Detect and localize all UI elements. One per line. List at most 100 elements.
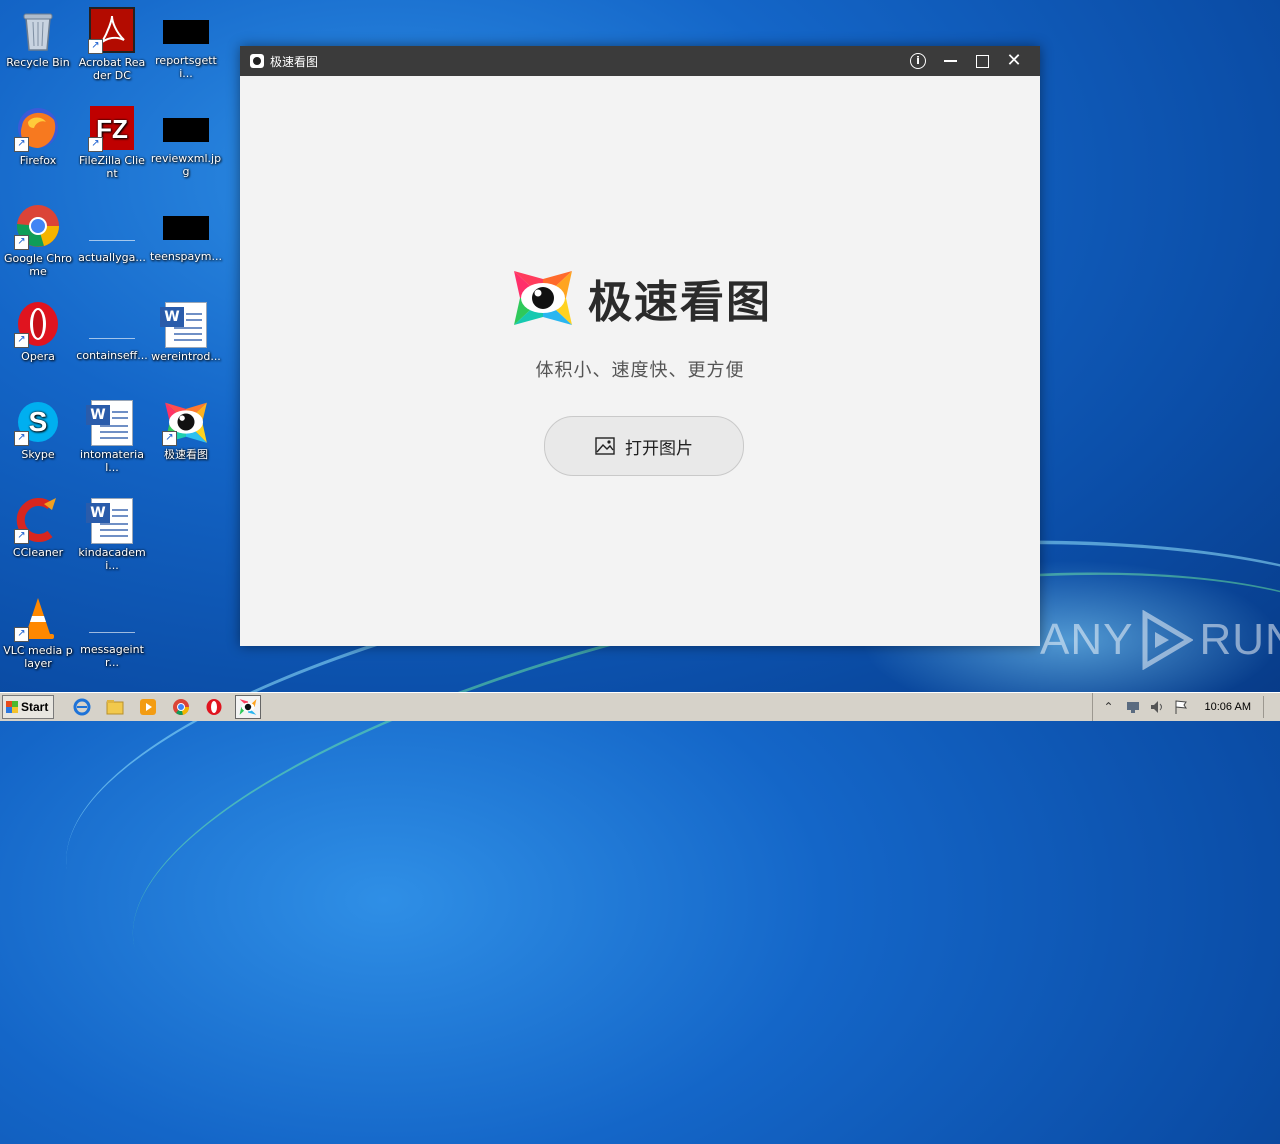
- desktop-icon-file[interactable]: messageintr...: [74, 594, 150, 669]
- desktop-icon-file[interactable]: reviewxml.jpg: [148, 104, 224, 178]
- desktop-icon-word-doc[interactable]: W intomaterial...: [74, 398, 150, 474]
- desktop-icon-label: containseff...: [76, 349, 148, 362]
- about-button[interactable]: i: [902, 46, 934, 76]
- file-thumbnail: [163, 20, 209, 44]
- word-document-icon: W: [160, 302, 207, 348]
- start-button[interactable]: Start: [2, 695, 54, 719]
- file-thumbnail: [89, 608, 135, 633]
- shortcut-arrow-icon: ↗: [162, 431, 177, 446]
- play-triangle-icon: [1142, 610, 1194, 670]
- desktop-icon-opera[interactable]: ↗ Opera: [0, 300, 76, 363]
- desktop-icon-file[interactable]: teenspaym...: [148, 202, 224, 263]
- desktop-icon-label: reportsgetti...: [155, 54, 217, 80]
- quick-launch: [70, 695, 270, 719]
- taskbar-internet-explorer[interactable]: [70, 696, 94, 718]
- eye-logo-icon: [239, 699, 257, 715]
- shortcut-arrow-icon: ↗: [88, 39, 103, 54]
- desktop-icon-filezilla[interactable]: FZ ↗ FileZilla Client: [74, 104, 150, 180]
- shortcut-arrow-icon: ↗: [14, 529, 29, 544]
- taskbar-opera[interactable]: [202, 696, 226, 718]
- minimize-button[interactable]: [934, 46, 966, 76]
- taskbar-chrome[interactable]: [169, 696, 193, 718]
- desktop-icon-skype[interactable]: S ↗ Skype: [0, 398, 76, 461]
- windows-flag-icon: [6, 701, 18, 713]
- taskbar-jisu-viewer[interactable]: [235, 695, 261, 719]
- brand-lockup: 极速看图: [512, 266, 772, 330]
- desktop-icon-label: Google Chrome: [4, 252, 72, 278]
- system-tray: ⌃ 10:06 AM: [1091, 693, 1280, 721]
- file-thumbnail: [89, 216, 135, 241]
- desktop-icon-chrome[interactable]: ↗ Google Chrome: [0, 202, 76, 278]
- eye-logo-icon: [514, 271, 572, 325]
- media-player-icon: [140, 699, 156, 715]
- desktop-icon-label: FileZilla Client: [79, 154, 145, 180]
- window-title: 极速看图: [270, 54, 319, 69]
- anyrun-watermark: ANY RUN: [1040, 610, 1280, 670]
- taskbar-explorer[interactable]: [103, 696, 127, 718]
- desktop-icon-vlc[interactable]: ↗ VLC media player: [0, 594, 76, 670]
- desktop-icon-file[interactable]: reportsgetti...: [148, 6, 224, 80]
- chrome-icon: ↗: [14, 202, 62, 250]
- recycle-bin-icon: [14, 6, 62, 54]
- shortcut-arrow-icon: ↗: [14, 235, 29, 250]
- desktop-icon-label: kindacademi...: [78, 546, 146, 572]
- desktop-icon-word-doc[interactable]: W kindacademi...: [74, 496, 150, 572]
- open-image-button[interactable]: 打开图片: [544, 416, 744, 476]
- show-hidden-icons-icon[interactable]: ⌃: [1101, 699, 1117, 715]
- desktop-icon-file[interactable]: containseff...: [74, 300, 150, 362]
- file-thumbnail: [163, 118, 209, 142]
- skype-icon: S ↗: [14, 398, 62, 446]
- welcome-panel: 极速看图 体积小、速度快、更方便 打开图片: [240, 76, 1040, 646]
- desktop-icon-firefox[interactable]: ↗ Firefox: [0, 104, 76, 167]
- open-image-label: 打开图片: [625, 438, 693, 459]
- brand-name: 极速看图: [588, 277, 772, 328]
- desktop-icon-label: CCleaner: [12, 546, 64, 559]
- desktop-icon-label: messageintr...: [80, 643, 144, 669]
- minimize-icon: [943, 60, 957, 62]
- desktop-icon-acrobat[interactable]: ↗ Acrobat Reader DC: [74, 6, 150, 82]
- ccleaner-icon: ↗: [14, 496, 62, 544]
- desktop-icon-label: actuallyga...: [78, 251, 146, 264]
- desktop-icon-word-doc[interactable]: W wereintrod...: [148, 300, 224, 363]
- shortcut-arrow-icon: ↗: [14, 333, 29, 348]
- desktop-icon-label: Opera: [21, 350, 55, 363]
- action-center-flag-icon[interactable]: [1173, 699, 1189, 715]
- maximize-button[interactable]: [966, 46, 998, 76]
- desktop-icon-ccleaner[interactable]: ↗ CCleaner: [0, 496, 76, 559]
- firefox-icon: ↗: [14, 104, 62, 152]
- desktop-icon-label: wereintrod...: [151, 350, 221, 363]
- file-thumbnail: [163, 216, 209, 240]
- app-logo-icon: [250, 54, 264, 68]
- close-button[interactable]: ✕: [998, 46, 1030, 76]
- title-bar[interactable]: 极速看图 i ✕: [240, 46, 1040, 76]
- watermark-text-left: ANY: [1040, 615, 1134, 664]
- network-icon[interactable]: [1125, 699, 1141, 715]
- close-icon: ✕: [1006, 50, 1022, 71]
- desktop-icon-jisu-viewer[interactable]: ↗ 极速看图: [148, 398, 224, 461]
- maximize-icon: [975, 54, 989, 68]
- chrome-icon: [173, 699, 190, 715]
- image-viewer-window: 极速看图 i ✕ 极速看图 体积小、速度快、更方便 打开图片: [240, 46, 1040, 646]
- opera-icon: ↗: [14, 300, 62, 348]
- vlc-cone-icon: ↗: [14, 594, 62, 642]
- clock[interactable]: 10:06 AM: [1205, 701, 1251, 713]
- taskbar-media-player[interactable]: [136, 696, 160, 718]
- svg-text:S: S: [29, 406, 48, 437]
- desktop-icon-label: 极速看图: [164, 448, 208, 461]
- file-thumbnail: [89, 314, 135, 339]
- watermark-text-right: RUN: [1199, 615, 1280, 664]
- volume-icon[interactable]: [1149, 699, 1165, 715]
- eye-logo-icon: ↗: [162, 398, 210, 446]
- desktop-icon-label: Recycle Bin: [6, 56, 70, 69]
- shortcut-arrow-icon: ↗: [14, 627, 29, 642]
- desktop-icon-recycle-bin[interactable]: Recycle Bin: [0, 6, 76, 69]
- shortcut-arrow-icon: ↗: [88, 137, 103, 152]
- taskbar: Start ⌃ 10:06 AM: [0, 692, 1280, 721]
- desktop-icon-file[interactable]: actuallyga...: [74, 202, 150, 264]
- desktop-icon-label: reviewxml.jpg: [150, 152, 222, 178]
- show-desktop-button[interactable]: [1263, 696, 1278, 718]
- word-document-icon: W: [86, 400, 133, 446]
- opera-icon: [206, 699, 222, 715]
- desktop-icon-label: Skype: [21, 448, 55, 461]
- desktop-icon-label: teenspaym...: [150, 250, 222, 263]
